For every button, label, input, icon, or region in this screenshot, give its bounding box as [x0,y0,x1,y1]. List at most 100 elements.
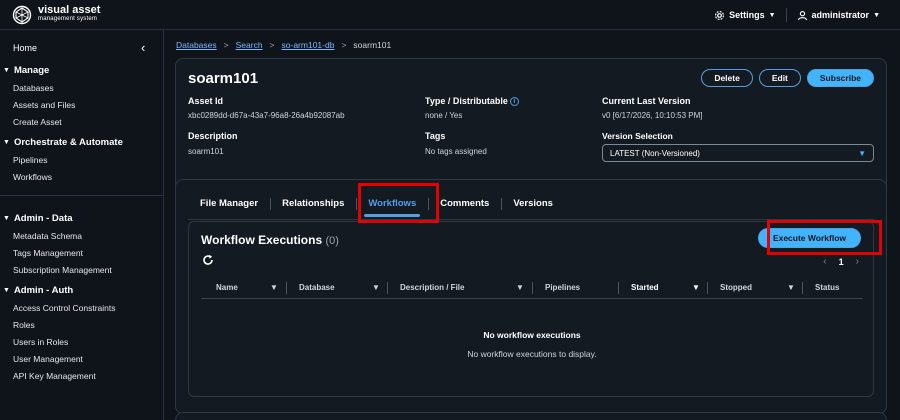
sidebar-section-label: Manage [13,65,50,76]
lower-panel [175,412,887,420]
sidebar-section-admin-auth[interactable]: ▼ Admin - Auth [3,285,73,296]
sidebar-section-manage[interactable]: ▼ Manage [3,65,49,76]
caret-down-icon: ▼ [3,67,10,74]
column-label: Stopped [720,283,752,292]
workflow-count: (0) [325,235,339,247]
info-icon[interactable]: i [509,97,519,106]
app-logo[interactable]: visual asset management system [12,5,100,25]
version-selection-label: Version Selection [602,131,673,141]
settings-label: Settings [729,10,765,20]
breadcrumb-database[interactable]: so-arm101-db [282,40,335,50]
breadcrumb: Databases > Search > so-arm101-db > soar… [176,40,391,50]
sidebar-item-roles[interactable]: Roles [13,320,35,330]
column-divider [532,282,533,294]
sort-icon[interactable]: ▼ [270,283,278,292]
previous-page-icon[interactable]: ‹ [823,256,826,267]
sort-icon[interactable]: ▼ [692,283,700,292]
sidebar-item-api-key-management[interactable]: API Key Management [13,371,96,381]
column-label: Name [216,283,238,292]
sidebar-item-tags-management[interactable]: Tags Management [13,248,83,258]
tab-relationships[interactable]: Relationships [270,194,356,214]
sidebar-section-orchestrate[interactable]: ▼ Orchestrate & Automate [3,137,123,148]
column-divider [707,282,708,294]
current-version-label: Current Last Version [602,96,691,106]
sort-icon[interactable]: ▼ [787,283,795,292]
tab-comments[interactable]: Comments [428,194,501,214]
app-title: visual asset [38,4,101,16]
sidebar-item-databases[interactable]: Databases [13,83,54,93]
current-page[interactable]: 1 [839,257,844,267]
logo-text: visual asset management system [38,4,101,24]
page-title: soarm101 [188,70,259,87]
tabs-panel: File Manager Relationships Workflows Com… [175,179,887,414]
collapse-sidebar-icon[interactable]: ‹ [141,40,145,55]
settings-menu[interactable]: Settings ▼ [704,10,785,21]
tags-label: Tags [425,131,446,141]
breadcrumb-databases[interactable]: Databases [176,40,217,50]
column-header-description[interactable]: Description / File [400,283,464,292]
next-page-icon[interactable]: › [856,256,859,267]
column-header-started[interactable]: Started [631,283,659,292]
breadcrumb-separator: > [341,40,347,50]
type-label: Type / Distributable i [425,96,519,106]
sidebar-item-assets-and-files[interactable]: Assets and Files [13,100,75,110]
app-subtitle: management system [38,16,98,22]
table-header: Name ▼ Database ▼ Description / File ▼ P… [201,279,863,299]
sidebar-item-create-asset[interactable]: Create Asset [13,117,62,127]
logo-icon [12,5,32,25]
caret-down-icon: ▼ [858,148,866,158]
column-header-pipelines[interactable]: Pipelines [545,283,580,292]
caret-down-icon: ▼ [3,215,10,222]
execute-workflow-highlight [767,220,882,255]
tab-file-manager[interactable]: File Manager [188,194,270,214]
current-version-value: v0 [6/17/2026, 10:10:53 PM] [602,111,703,120]
asset-details-panel: soarm101 Delete Edit Subscribe Asset Id … [175,58,887,198]
sidebar-item-workflows[interactable]: Workflows [13,172,52,182]
asset-id-label: Asset Id [188,96,224,106]
column-header-status[interactable]: Status [815,283,839,292]
sidebar-item-subscription-management[interactable]: Subscription Management [13,265,112,275]
caret-down-icon: ▼ [3,139,10,146]
gear-icon [715,10,725,20]
column-label: Started [631,283,659,292]
user-menu[interactable]: administrator ▼ [787,10,890,21]
column-header-name[interactable]: Name [216,283,238,292]
sort-icon[interactable]: ▼ [516,283,524,292]
user-label: administrator [811,10,870,20]
refresh-icon[interactable] [201,253,215,267]
sidebar-section-label: Orchestrate & Automate [13,137,123,148]
sidebar-section-admin-data[interactable]: ▼ Admin - Data [3,213,73,224]
column-label: Pipelines [545,283,581,292]
sidebar-section-label: Admin - Auth [13,285,74,296]
sidebar-item-users-in-roles[interactable]: Users in Roles [13,337,68,347]
tab-versions[interactable]: Versions [501,194,565,214]
sidebar-item-home[interactable]: Home [13,43,37,53]
breadcrumb-current: soarm101 [353,40,392,50]
subscribe-button[interactable]: Subscribe [806,69,874,87]
sidebar-item-metadata-schema[interactable]: Metadata Schema [13,231,82,241]
column-header-stopped[interactable]: Stopped [720,283,752,292]
sidebar-item-user-management[interactable]: User Management [13,354,83,364]
column-divider [618,282,619,294]
version-select[interactable]: LATEST (Non-Versioned) ▼ [602,144,874,162]
column-label: Database [299,283,335,292]
tags-value: No tags assigned [425,147,487,156]
sidebar: Home ‹ ▼ Manage Databases Assets and Fil… [0,30,164,420]
caret-down-icon: ▼ [768,11,776,19]
edit-button[interactable]: Edit [758,69,801,87]
breadcrumb-search[interactable]: Search [236,40,263,50]
workflows-tab-highlight [358,183,439,223]
column-header-database[interactable]: Database [299,283,335,292]
column-label: Description / File [400,283,465,292]
user-icon [797,10,807,20]
column-divider [387,282,388,294]
caret-down-icon: ▼ [873,11,880,19]
asset-id-value: xbc0289dd-d67a-43a7-96a8-26a4b92087ab [188,111,345,120]
column-label: Status [815,283,840,292]
sort-icon[interactable]: ▼ [372,283,380,292]
delete-button[interactable]: Delete [701,69,753,87]
sidebar-item-access-control-constraints[interactable]: Access Control Constraints [13,303,116,313]
sidebar-item-pipelines[interactable]: Pipelines [13,155,48,165]
workflow-executions-title: Workflow Executions (0) [201,233,339,247]
breadcrumb-separator: > [223,40,229,50]
